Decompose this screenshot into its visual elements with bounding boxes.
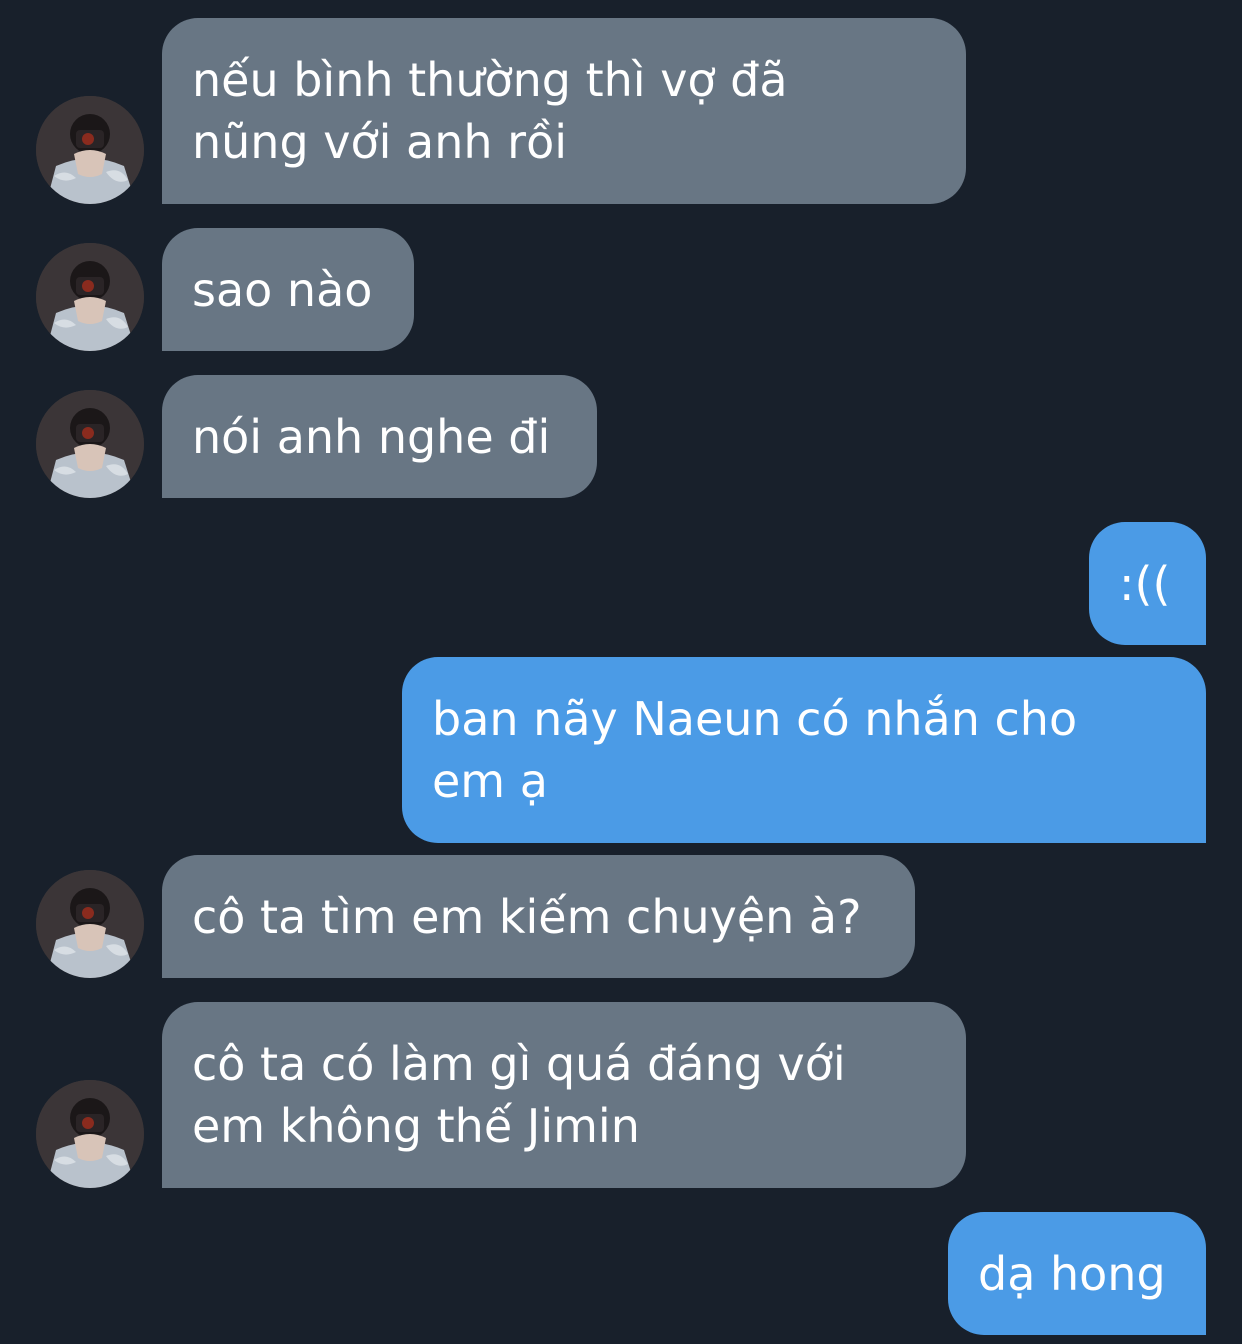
contact-avatar[interactable] [36, 870, 144, 978]
avatar-photo [36, 870, 144, 978]
chat-conversation: nếu bình thường thì vợ đã nũng với anh r… [0, 0, 1242, 1344]
contact-avatar[interactable] [36, 1080, 144, 1188]
message-bubble-incoming[interactable]: sao nào [162, 228, 414, 351]
message-bubble-incoming[interactable]: cô ta tìm em kiếm chuyện à? [162, 855, 915, 978]
message-bubble-outgoing[interactable]: :(( [1089, 522, 1206, 645]
contact-avatar[interactable] [36, 96, 144, 204]
message-bubble-incoming[interactable]: cô ta có làm gì quá đáng với em không th… [162, 1002, 966, 1188]
avatar-photo [36, 243, 144, 351]
message-bubble-incoming[interactable]: nói anh nghe đi [162, 375, 597, 498]
avatar-photo [36, 96, 144, 204]
message-bubble-outgoing[interactable]: dạ hong [948, 1212, 1206, 1335]
avatar-photo [36, 390, 144, 498]
message-bubble-outgoing[interactable]: ban nãy Naeun có nhắn cho em ạ [402, 657, 1206, 843]
contact-avatar[interactable] [36, 243, 144, 351]
avatar-photo [36, 1080, 144, 1188]
contact-avatar[interactable] [36, 390, 144, 498]
message-bubble-incoming[interactable]: nếu bình thường thì vợ đã nũng với anh r… [162, 18, 966, 204]
